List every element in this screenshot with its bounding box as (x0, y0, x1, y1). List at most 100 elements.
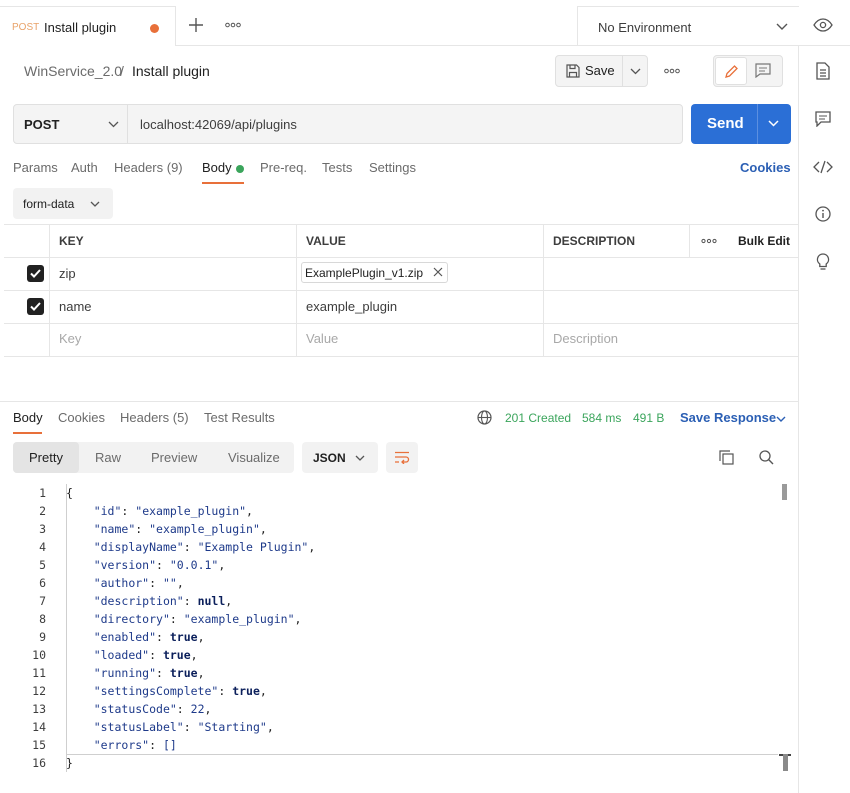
response-size[interactable]: 491 B (633, 411, 664, 425)
code-line: "enabled": true, (93, 630, 205, 644)
table-border (4, 224, 798, 225)
url-input[interactable]: localhost:42069/api/plugins (140, 117, 297, 132)
body-type-label: form-data (23, 197, 75, 211)
save-options-chevron-icon[interactable] (630, 68, 641, 75)
vertical-scrollbar-thumb[interactable] (782, 484, 787, 500)
breadcrumb-collection[interactable]: WinService_2.0 (24, 63, 122, 79)
table-more-icon[interactable] (701, 238, 717, 244)
edit-mode-button[interactable] (715, 57, 747, 85)
response-tab-test-results[interactable]: Test Results (204, 410, 275, 425)
bulk-edit-button[interactable]: Bulk Edit (738, 234, 790, 248)
view-mode-raw[interactable]: Raw (95, 450, 121, 465)
more-tabs-icon[interactable] (225, 22, 241, 28)
code-line: "description": null, (93, 594, 233, 608)
pane-divider[interactable] (0, 401, 798, 402)
globe-icon[interactable] (477, 410, 492, 425)
code-line: "errors": [] (93, 738, 177, 752)
tab-settings[interactable]: Settings (369, 160, 416, 175)
response-tab-headers[interactable]: Headers (5) (120, 410, 189, 425)
cookies-link[interactable]: Cookies (740, 160, 791, 175)
line-number: 8 (39, 612, 46, 626)
chevron-down-icon (90, 201, 100, 207)
unsaved-dot-icon (150, 24, 159, 33)
table-border (689, 224, 690, 257)
line-number: 13 (32, 702, 46, 716)
copy-icon[interactable] (719, 450, 734, 465)
method-select[interactable]: POST (14, 105, 128, 143)
response-tab-body[interactable]: Body (13, 410, 43, 425)
tab-tests[interactable]: Tests (322, 160, 352, 175)
line-number: 3 (39, 522, 46, 536)
line-number: 14 (32, 720, 46, 734)
line-number: 12 (32, 684, 46, 698)
column-header-key: KEY (59, 234, 84, 248)
table-border (4, 356, 798, 357)
send-options-chevron-icon[interactable] (768, 120, 779, 127)
breadcrumb-request: Install plugin (132, 63, 210, 79)
view-mode-pretty[interactable]: Pretty (13, 442, 79, 473)
status-code[interactable]: 201 Created (505, 411, 571, 425)
right-sidebar (798, 46, 850, 793)
code-line: "directory": "example_plugin", (93, 612, 302, 626)
plus-icon[interactable] (188, 17, 204, 33)
view-mode-visualize[interactable]: Visualize (228, 450, 280, 465)
body-active-dot-icon (236, 165, 244, 173)
search-icon[interactable] (759, 450, 774, 465)
row-checkbox[interactable] (27, 265, 44, 282)
key-placeholder[interactable]: Key (59, 331, 81, 346)
eye-icon[interactable] (813, 18, 833, 32)
code-line: { (66, 486, 73, 500)
format-label: JSON (313, 451, 346, 465)
value-placeholder[interactable]: Value (306, 331, 338, 346)
line-number: 6 (39, 576, 46, 590)
environment-selector[interactable]: No Environment (577, 6, 799, 46)
comments-icon[interactable] (815, 111, 831, 127)
documentation-icon[interactable] (816, 62, 830, 80)
row-key[interactable]: name (59, 299, 92, 314)
row-checkbox[interactable] (27, 298, 44, 315)
format-select[interactable]: JSON (302, 442, 378, 473)
lightbulb-icon[interactable] (815, 253, 831, 271)
line-number: 7 (39, 594, 46, 608)
description-placeholder[interactable]: Description (553, 331, 618, 346)
response-tab-cookies[interactable]: Cookies (58, 410, 105, 425)
table-border (543, 224, 544, 356)
send-divider (757, 104, 758, 144)
view-mode-preview[interactable]: Preview (151, 450, 197, 465)
view-mode-pretty-label: Pretty (29, 450, 63, 465)
code-line: "name": "example_plugin", (93, 522, 267, 536)
response-code[interactable]: { "id": "example_plugin", "name": "examp… (66, 486, 766, 776)
breadcrumb-separator: / (120, 63, 124, 79)
code-line: "statusLabel": "Starting", (93, 720, 274, 734)
close-icon[interactable] (433, 267, 443, 277)
code-line: "loaded": true, (93, 648, 198, 662)
save-button[interactable]: Save (556, 56, 622, 86)
response-time[interactable]: 584 ms (582, 411, 621, 425)
wrap-lines-button[interactable] (386, 442, 418, 473)
request-tab-install-plugin[interactable]: POST Install plugin (0, 6, 176, 46)
code-line: "settingsComplete": true, (93, 684, 267, 698)
chevron-down-icon[interactable] (776, 416, 786, 422)
info-icon[interactable] (815, 206, 831, 222)
code-line: "author": "", (93, 576, 184, 590)
pencil-icon (724, 64, 739, 79)
send-button[interactable]: Send (691, 104, 757, 144)
column-header-value: VALUE (306, 234, 346, 248)
tab-body[interactable]: Body (202, 160, 232, 175)
row-value[interactable]: example_plugin (306, 299, 397, 314)
file-name: ExamplePlugin_v1.zip (305, 266, 424, 280)
save-response-button[interactable]: Save Response (680, 410, 776, 425)
tab-headers[interactable]: Headers (9) (114, 160, 183, 175)
tab-auth[interactable]: Auth (71, 160, 98, 175)
more-options-icon[interactable] (664, 68, 680, 74)
comment-mode-icon[interactable] (755, 63, 771, 78)
code-icon[interactable] (813, 160, 833, 174)
response-active-underline (13, 432, 42, 434)
line-number: 15 (32, 738, 46, 752)
code-line: "displayName": "Example Plugin", (93, 540, 316, 554)
tab-pre-request[interactable]: Pre-req. (260, 160, 307, 175)
row-key[interactable]: zip (59, 266, 76, 281)
tab-params[interactable]: Params (13, 160, 58, 175)
scroll-corner-thumb[interactable] (783, 754, 788, 771)
body-type-select[interactable]: form-data (13, 188, 113, 219)
